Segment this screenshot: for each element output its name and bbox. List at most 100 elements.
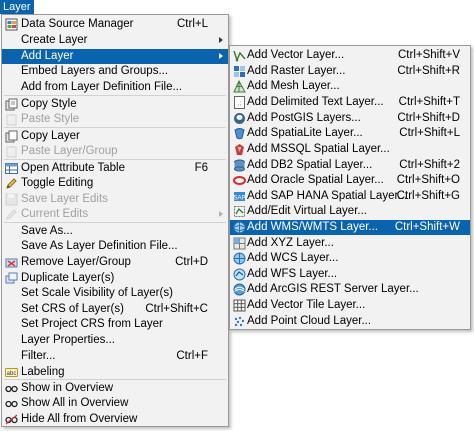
menu-item-add-oracle-spatial-layer[interactable]: Add Oracle Spatial Layer... Ctrl+Shift+O [230, 173, 470, 188]
xyz-icon [233, 237, 246, 250]
menu-item-save-as-layer-definition-file[interactable]: Save As Layer Definition File... [2, 239, 228, 254]
menu-item-add-raster-layer[interactable]: Add Raster Layer... Ctrl+Shift+R [230, 64, 470, 79]
layer-menu: Data Source Manager Ctrl+L Create Layer Add… [1, 14, 229, 427]
menu-item-label: Add DB2 Spatial Layer... [247, 159, 373, 171]
menu-item-embed-layers-and-groups[interactable]: Embed Layers and Groups... [2, 64, 228, 79]
menu-item-label: Paste Style [21, 113, 80, 125]
menu-item-label: Add ArcGIS REST Server Layer... [247, 283, 419, 295]
spatialite-icon [233, 127, 246, 140]
menu-item-shortcut: Ctrl+Shift+T [398, 96, 460, 108]
menu-item-label: Set Scale Visibility of Layer(s) [21, 287, 173, 299]
menu-item-add-edit-virtual-layer[interactable]: Add/Edit Virtual Layer... [230, 204, 470, 219]
menu-item-label: Layer Properties... [21, 334, 115, 346]
copy-layer-icon [5, 130, 18, 143]
menu-item-shortcut: F6 [194, 162, 208, 174]
menu-item-labeling[interactable]: abc Labeling [2, 365, 228, 380]
data-source-manager-icon [5, 18, 18, 31]
menu-item-show-all-in-overview[interactable]: Show All in Overview [2, 396, 228, 411]
point-cloud-icon [233, 315, 246, 328]
menu-item-label: Open Attribute Table [21, 162, 125, 174]
menu-item-add-vector-layer[interactable]: Add Vector Layer... Ctrl+Shift+V [230, 48, 470, 63]
labeling-icon: abc [5, 366, 18, 379]
menu-item-label: Add XYZ Layer... [247, 237, 334, 249]
menu-item-set-crs-of-layer-s[interactable]: Set CRS of Layer(s) Ctrl+Shift+C [2, 302, 228, 317]
menu-item-shortcut: Ctrl+Shift+W [394, 221, 460, 233]
menu-item-add-from-layer-definition-file[interactable]: Add from Layer Definition File... [2, 80, 228, 95]
menu-item-label: Add Delimited Text Layer... [247, 96, 384, 108]
menu-item-add-xyz-layer[interactable]: Add XYZ Layer... [230, 236, 470, 251]
vector-layer-icon [233, 49, 246, 62]
overview-all-icon [5, 397, 18, 410]
menu-item-copy-layer[interactable]: Copy Layer [2, 129, 228, 144]
menu-item-copy-style[interactable]: Copy Style [2, 97, 228, 112]
menu-item-add-mesh-layer[interactable]: Add Mesh Layer... [230, 79, 470, 94]
menu-item-add-arcgis-rest-server-layer[interactable]: Add ArcGIS REST Server Layer... [230, 282, 470, 297]
paste-layer-icon [5, 145, 18, 158]
mssql-icon [233, 143, 246, 156]
menu-item-shortcut: Ctrl+D [175, 256, 208, 268]
menu-item-label: Add SpatiaLite Layer... [247, 127, 363, 139]
wfs-icon [233, 268, 246, 281]
wms-icon [233, 221, 246, 234]
menu-item-add-db2-spatial-layer[interactable]: Add DB2 Spatial Layer... Ctrl+Shift+2 [230, 158, 470, 173]
menu-item-label: Paste Layer/Group [21, 145, 118, 157]
menu-item-open-attribute-table[interactable]: Open Attribute Table F6 [2, 161, 228, 176]
menu-item-label: Save As... [21, 225, 73, 237]
vector-tile-icon [233, 299, 246, 312]
menu-item-set-project-crs-from-layer[interactable]: Set Project CRS from Layer [2, 317, 228, 332]
menu-item-shortcut: Ctrl+Shift+O [396, 174, 460, 186]
menu-item-show-in-overview[interactable]: Show in Overview [2, 381, 228, 396]
menu-item-add-spatialite-layer[interactable]: Add SpatiaLite Layer... Ctrl+Shift+L [230, 126, 470, 141]
menu-item-label: Current Edits [21, 208, 89, 220]
menu-item-add-delimited-text-layer[interactable]: ,; Add Delimited Text Layer... Ctrl+Shift+… [230, 95, 470, 110]
menubar-layer[interactable]: Layer [0, 0, 34, 14]
menu-item-label: Create Layer [21, 34, 88, 46]
menu-item-label: Add WMS/WMTS Layer... [247, 221, 378, 233]
save-edits-icon [5, 193, 18, 206]
menu-item-hide-all-from-overview[interactable]: Hide All from Overview [2, 412, 228, 427]
menu-item-layer-properties[interactable]: Layer Properties... [2, 333, 228, 348]
postgis-icon [233, 112, 246, 125]
submenu-arrow-icon [219, 37, 223, 43]
menu-item-set-scale-visibility-of-layer-s[interactable]: Set Scale Visibility of Layer(s) [2, 286, 228, 301]
menu-item-label: Add MSSQL Spatial Layer... [247, 143, 390, 155]
menu-item-label: Copy Layer [21, 130, 80, 142]
menu-item-label: Add Vector Layer... [247, 49, 345, 61]
menu-item-label: Add Layer [21, 50, 74, 62]
menu-item-label: Add SAP HANA Spatial Layer... [247, 190, 408, 202]
menu-item-toggle-editing[interactable]: Toggle Editing [2, 176, 228, 191]
menu-item-label: Add WFS Layer... [247, 268, 338, 280]
menu-item-duplicate-layer-s[interactable]: Duplicate Layer(s) [2, 271, 228, 286]
wcs-icon [233, 252, 246, 265]
menu-item-label: Add WCS Layer... [247, 252, 339, 264]
menu-item-add-sap-hana-spatial-layer[interactable]: SAP Add SAP HANA Spatial Layer... Ctrl+Shi… [230, 189, 470, 204]
menu-item-add-wfs-layer[interactable]: Add WFS Layer... [230, 267, 470, 282]
menu-item-add-vector-tile-layer[interactable]: Add Vector Tile Layer... [230, 298, 470, 313]
overview-hide-icon [5, 413, 18, 426]
overview-icon [5, 382, 18, 395]
menu-item-create-layer[interactable]: Create Layer [2, 33, 228, 48]
menu-item-save-as[interactable]: Save As... [2, 224, 228, 239]
menu-item-add-postgis-layers[interactable]: Add PostGIS Layers... Ctrl+Shift+D [230, 111, 470, 126]
menu-item-label: Add from Layer Definition File... [21, 81, 183, 93]
menu-item-label: Add Point Cloud Layer... [247, 315, 372, 327]
menu-item-shortcut: Ctrl+Shift+R [397, 65, 460, 77]
menu-item-data-source-manager[interactable]: Data Source Manager Ctrl+L [2, 17, 228, 32]
menu-item-add-mssql-spatial-layer[interactable]: Add MSSQL Spatial Layer... [230, 142, 470, 157]
menu-item-add-point-cloud-layer[interactable]: Add Point Cloud Layer... [230, 314, 470, 329]
submenu-arrow-icon [219, 211, 223, 217]
menu-item-add-layer[interactable]: Add Layer [2, 49, 228, 64]
virtual-layer-icon [233, 205, 246, 218]
menu-item-shortcut: Ctrl+Shift+V [398, 49, 460, 61]
raster-layer-icon [233, 65, 246, 78]
menu-item-filter[interactable]: Filter... Ctrl+F [2, 349, 228, 364]
menu-item-remove-layer-group[interactable]: Remove Layer/Group Ctrl+D [2, 255, 228, 270]
duplicate-layer-icon [5, 272, 18, 285]
menu-item-add-wms-wmts-layer[interactable]: Add WMS/WMTS Layer... Ctrl+Shift+W [230, 220, 470, 235]
menu-item-shortcut: Ctrl+L [177, 18, 208, 30]
menu-item-add-wcs-layer[interactable]: Add WCS Layer... [230, 251, 470, 266]
menu-item-paste-layer-group: Paste Layer/Group [2, 144, 228, 159]
pencil-icon [5, 177, 18, 190]
menu-item-current-edits: Current Edits [2, 207, 228, 222]
menu-separator [4, 95, 226, 96]
